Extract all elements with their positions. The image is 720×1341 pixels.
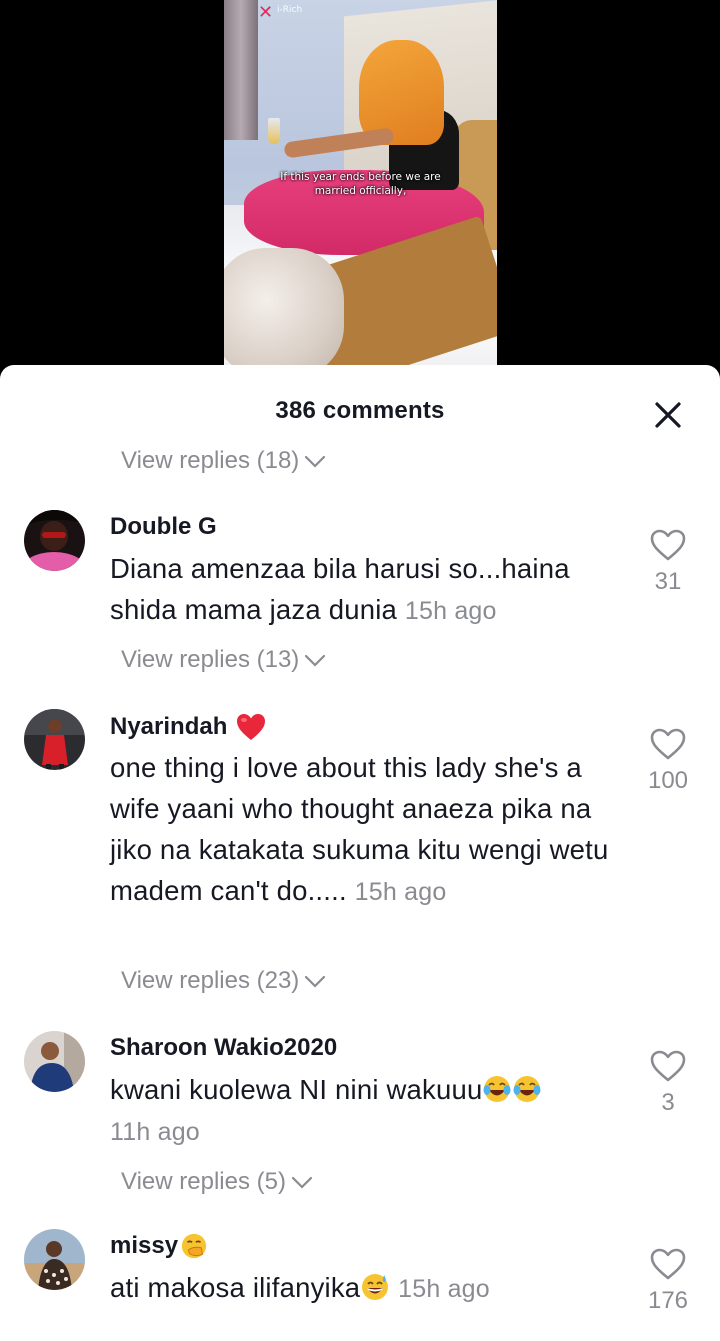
like-count: 100 (647, 767, 689, 794)
video-fur-blanket (224, 248, 344, 365)
comment-text: ati makosa ilifanyika (110, 1272, 361, 1303)
video-caption-line-2: married officially, (314, 185, 407, 197)
like-count: 3 (661, 1089, 675, 1116)
avatar[interactable] (24, 1229, 85, 1290)
view-replies-label: View replies (13) (121, 646, 300, 673)
comment-text-block: Diana amenzaa bila harusi so...haina shi… (110, 548, 630, 632)
comment-text-block: ati makosa ilifanyika 15h ago (110, 1267, 630, 1310)
view-replies-button[interactable]: View replies (18) (121, 447, 327, 475)
comment-text-block: one thing i love about this lady she's a… (110, 747, 630, 913)
chevron-down-icon (305, 654, 326, 667)
avatar-image (24, 1031, 85, 1092)
view-replies-button[interactable]: View replies (5) (121, 1168, 314, 1196)
like-button[interactable]: 3 (638, 1049, 698, 1117)
watermark-text: i-Rich (277, 5, 303, 15)
avatar[interactable] (24, 709, 85, 770)
heart-outline-icon (650, 728, 686, 760)
video-champagne-glass (268, 118, 280, 144)
comments-sheet: 386 comments View replies (18) Double G … (0, 365, 720, 1341)
like-count: 176 (647, 1287, 689, 1314)
hand-over-mouth-emoji-icon (181, 1233, 207, 1259)
avatar-image (24, 1229, 85, 1290)
comment-username[interactable]: missy (110, 1232, 208, 1260)
video-thumbnail[interactable]: ✕ i-Rich If this year ends before we are… (224, 0, 497, 365)
chevron-down-icon (305, 455, 326, 468)
comment-text-block: kwani kuolewa NI nini wakuuu 11h ago (110, 1069, 630, 1153)
watermark-logo-icon: ✕ (258, 2, 274, 23)
tears-of-joy-emoji-icon (483, 1076, 511, 1102)
heart-outline-icon (650, 1050, 686, 1082)
like-count: 31 (654, 568, 682, 595)
chevron-down-icon (291, 1176, 313, 1189)
view-replies-label: View replies (23) (121, 967, 300, 994)
view-replies-label: View replies (18) (121, 447, 300, 474)
red-heart-emoji-icon (237, 714, 266, 740)
close-button[interactable] (648, 395, 688, 435)
view-replies-button[interactable]: View replies (13) (121, 646, 327, 674)
comment-text: kwani kuolewa NI nini wakuuu (110, 1074, 483, 1105)
view-replies-label: View replies (5) (121, 1168, 286, 1195)
close-icon (655, 402, 681, 428)
comment-username[interactable]: Nyarindah (110, 712, 267, 742)
heart-outline-icon (650, 1248, 686, 1280)
video-caption: If this year ends before we are married … (224, 170, 497, 198)
comment-time: 15h ago (398, 1275, 490, 1303)
comment-time: 15h ago (404, 597, 497, 625)
video-caption-line-1: If this year ends before we are (280, 171, 441, 183)
chevron-down-icon (305, 975, 326, 988)
comment-username[interactable]: Double G (110, 513, 217, 541)
view-replies-button[interactable]: View replies (23) (121, 967, 327, 995)
video-curtain (224, 0, 258, 140)
comments-count-title: 386 comments (275, 397, 445, 424)
tears-of-joy-emoji-icon (513, 1076, 541, 1102)
comment-username-text: Nyarindah (110, 713, 228, 740)
comment-time: 15h ago (354, 878, 447, 906)
comment-time: 11h ago (110, 1118, 200, 1146)
avatar-image (24, 709, 85, 770)
avatar[interactable] (24, 510, 85, 571)
like-button[interactable]: 100 (638, 727, 698, 795)
heart-outline-icon (650, 529, 686, 561)
video-area[interactable]: ✕ i-Rich If this year ends before we are… (0, 0, 720, 372)
comment-text: Diana amenzaa bila harusi so...haina shi… (110, 553, 570, 625)
like-button[interactable]: 176 (638, 1247, 698, 1315)
like-button[interactable]: 31 (638, 528, 698, 596)
comment-username-text: missy (110, 1232, 179, 1259)
grinning-sweat-emoji-icon (362, 1274, 389, 1300)
comment-username[interactable]: Sharoon Wakio2020 (110, 1034, 337, 1062)
avatar[interactable] (24, 1031, 85, 1092)
avatar-image (24, 510, 85, 571)
